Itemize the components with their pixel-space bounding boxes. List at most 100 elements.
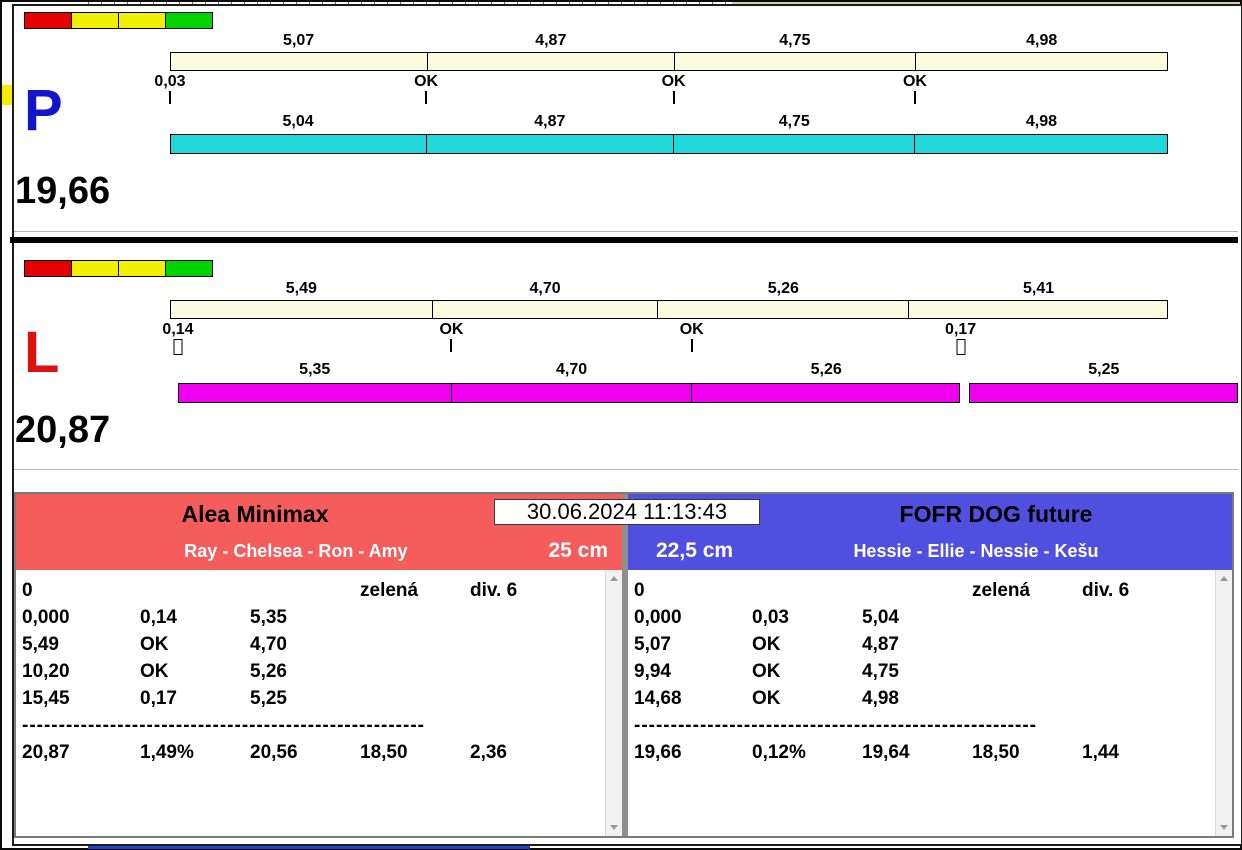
results-table-left: 0 zelená div. 6 0,000 0,14 5,35 5,49 OK 4,70 1… <box>16 570 622 836</box>
tick-segment <box>692 339 966 355</box>
scrollbar[interactable] <box>1215 570 1232 836</box>
status-light-green <box>165 260 213 277</box>
bar-segment <box>673 52 916 71</box>
mark-segment: OK <box>451 321 704 338</box>
total-cell: 1,49% <box>140 742 194 763</box>
tick-segment <box>178 339 453 355</box>
cell <box>1082 631 1215 658</box>
bar-segment <box>170 52 428 71</box>
split-time-label: 4,75 <box>778 113 810 130</box>
total-cell: 19,64 <box>862 742 910 763</box>
scroll-up-button[interactable] <box>1216 570 1232 587</box>
status-light-green <box>165 12 213 29</box>
cell: 4,75 <box>862 661 899 682</box>
tick-segment <box>674 91 916 107</box>
lane-letter-p: P <box>24 78 63 143</box>
cell: OK <box>752 688 781 709</box>
bar-segment <box>450 383 692 403</box>
reference-time-bar-p <box>170 52 1169 71</box>
scroll-down-button[interactable] <box>606 819 622 836</box>
total-time-p: 19,66 <box>15 170 111 212</box>
dashed-divider: ----------------------------------------… <box>22 715 425 736</box>
deviation-marks-row-l: 0,14 OK OK 0,17 <box>162 321 1238 338</box>
cell: 5,25 <box>250 688 287 709</box>
arrow-down-icon <box>610 825 618 830</box>
arrow-up-icon <box>1220 576 1228 581</box>
bar-segment <box>425 134 675 154</box>
jump-height-left: 25 cm <box>548 539 608 562</box>
status-light-yellow <box>118 12 166 29</box>
marker-box-icon <box>956 339 966 355</box>
cell: 0,000 <box>22 607 70 628</box>
split-time-label: 5,25 <box>1088 361 1120 378</box>
cell: 5,26 <box>250 661 287 682</box>
cell: 5,07 <box>634 634 671 655</box>
status-light-yellow <box>71 12 119 29</box>
cell <box>360 604 470 631</box>
mark-segment: OK <box>426 73 686 90</box>
split-time-label: 5,26 <box>767 280 799 297</box>
total-cell: 19,66 <box>634 742 682 763</box>
status-light-red <box>24 260 72 277</box>
cell: 0,03 <box>752 607 789 628</box>
split-time-label: 4,70 <box>556 361 588 378</box>
cell: 15,45 <box>22 688 70 709</box>
bar-segment <box>673 134 916 154</box>
split-time-label: 4,98 <box>1026 32 1058 49</box>
total-cell: 0,12% <box>752 742 806 763</box>
run-split-labels-l: 5,35 4,70 5,26 5,25 <box>178 361 1238 379</box>
cell: 9,94 <box>634 661 671 682</box>
bar-segment <box>178 383 452 403</box>
cell: div. 6 <box>1082 580 1130 601</box>
cell <box>972 685 1082 712</box>
cell <box>250 577 360 604</box>
tick-segment <box>970 339 1238 355</box>
cell <box>1082 604 1215 631</box>
cell: 5,35 <box>250 607 287 628</box>
cell: OK <box>752 661 781 682</box>
tick-segment <box>426 91 675 107</box>
tick-segment <box>170 91 428 107</box>
bar-segment <box>914 52 1169 71</box>
mark-segment: OK <box>674 73 927 90</box>
cell <box>360 631 470 658</box>
panel-divider-line <box>14 231 1238 232</box>
cell: OK <box>140 661 169 682</box>
cell: OK <box>752 634 781 655</box>
lane-letter-l: L <box>24 320 60 385</box>
thick-separator <box>10 237 1238 243</box>
cell: 14,68 <box>634 688 682 709</box>
bar-segment <box>170 300 434 319</box>
status-light-yellow <box>118 260 166 277</box>
scroll-up-button[interactable] <box>606 570 622 587</box>
bar-segment <box>690 383 961 403</box>
cell <box>470 631 605 658</box>
cell <box>360 658 470 685</box>
cell: 4,70 <box>250 634 287 655</box>
split-time-label: 5,07 <box>283 32 315 49</box>
mark-segment <box>915 73 1168 90</box>
cell: zelená <box>360 580 419 601</box>
run-time-bar-l <box>178 383 1238 403</box>
split-time-label: 5,49 <box>285 280 317 297</box>
cell: 5,04 <box>862 607 899 628</box>
split-time-label: 4,87 <box>535 32 567 49</box>
split-time-label: 5,35 <box>299 361 331 378</box>
split-time-label: 4,87 <box>534 113 566 130</box>
arrow-up-icon <box>610 576 618 581</box>
gate-ticks-row-p <box>169 91 1168 107</box>
cell <box>140 577 250 604</box>
cell <box>1082 685 1215 712</box>
scrollbar[interactable] <box>605 570 622 836</box>
cell: 0,17 <box>140 688 177 709</box>
cell: 10,20 <box>22 661 70 682</box>
scroll-down-button[interactable] <box>1216 819 1232 836</box>
status-light-red <box>24 12 72 29</box>
reference-split-labels-p: 5,07 4,87 4,75 4,98 <box>170 32 1168 50</box>
cell <box>470 658 605 685</box>
cell <box>1082 658 1215 685</box>
team-dogs-right: Hessie - Ellie - Nessie - Kešu <box>853 541 1099 561</box>
dashed-divider: ----------------------------------------… <box>634 715 1037 736</box>
split-time-label: 4,75 <box>779 32 811 49</box>
run-time-bar-p <box>170 134 1169 154</box>
